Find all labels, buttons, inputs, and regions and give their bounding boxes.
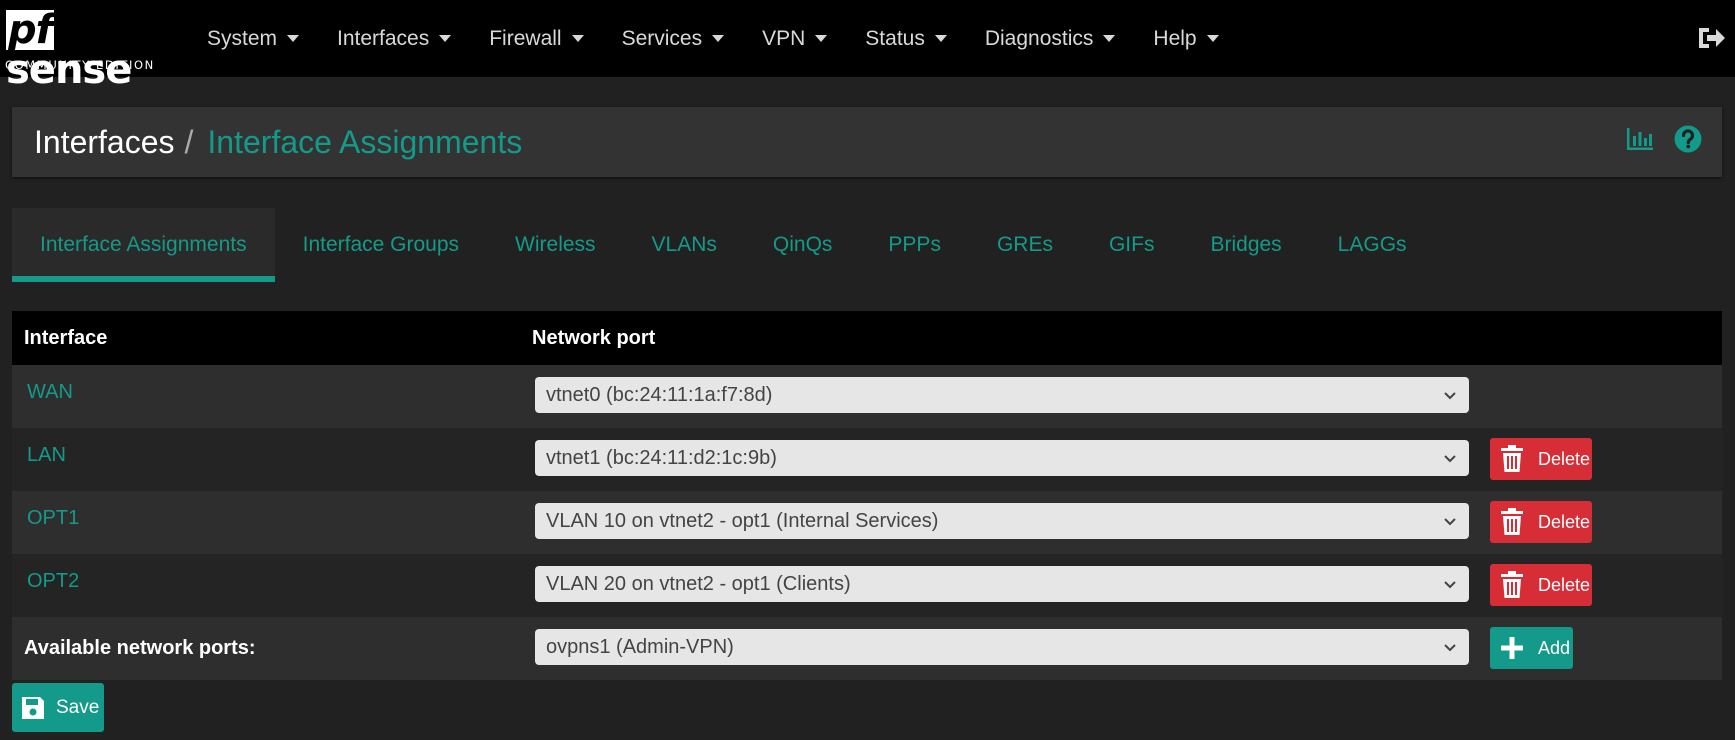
nav-help[interactable]: Help (1153, 27, 1219, 51)
delete-button-label: Delete (1538, 574, 1591, 595)
available-ports-label: Available network ports: (24, 637, 256, 659)
top-navbar: pfsense COMMUNITY EDITION System Interfa… (0, 0, 1735, 90)
tab-bar: Interface Assignments Interface Groups W… (12, 208, 1435, 282)
interface-link-wan[interactable]: WAN (27, 381, 73, 404)
table-row: OPT2 VLAN 20 on vtnet2 - opt1 (Clients) … (12, 554, 1722, 617)
table-header: Interface Network port (12, 311, 1722, 365)
interface-link-opt2[interactable]: OPT2 (27, 570, 79, 593)
caret-down-icon (1103, 35, 1116, 42)
table-row: LAN vtnet1 (bc:24:11:d2:1c:9b) Delete (12, 428, 1722, 491)
tab-qinqs[interactable]: QinQs (745, 208, 861, 282)
tab-gres[interactable]: GREs (969, 208, 1081, 282)
pfsense-logo[interactable]: pfsense COMMUNITY EDITION (4, 6, 164, 90)
table-row: WAN vtnet0 (bc:24:11:1a:f7:8d) (12, 365, 1722, 428)
trash-icon (1501, 445, 1523, 472)
bar-chart-icon[interactable] (1626, 126, 1654, 152)
tab-interface-assignments[interactable]: Interface Assignments (12, 208, 275, 282)
caret-down-icon (712, 35, 725, 42)
interface-link-lan[interactable]: LAN (27, 444, 66, 467)
caret-down-icon (1206, 35, 1219, 42)
breadcrumb-interfaces[interactable]: Interfaces (34, 124, 175, 161)
network-port-select-lan[interactable]: vtnet1 (bc:24:11:d2:1c:9b) (535, 440, 1469, 476)
nav-services[interactable]: Services (622, 27, 725, 51)
tab-interface-groups[interactable]: Interface Groups (275, 208, 487, 282)
main-menu: System Interfaces Firewall Services VPN … (207, 0, 1257, 77)
add-button[interactable]: Add (1490, 627, 1573, 669)
floppy-disk-icon (22, 696, 44, 719)
caret-down-icon (815, 35, 828, 42)
nav-firewall[interactable]: Firewall (489, 27, 584, 51)
col-header-network-port: Network port (532, 326, 656, 349)
chevron-down-icon (1444, 518, 1456, 526)
caret-down-icon (571, 35, 584, 42)
trash-icon (1501, 508, 1523, 535)
page-header: Interfaces / Interface Assignments (12, 107, 1722, 177)
select-value: vtnet1 (bc:24:11:d2:1c:9b) (546, 446, 777, 469)
save-button[interactable]: Save (12, 683, 104, 732)
delete-button-opt1[interactable]: Delete (1490, 501, 1592, 543)
table-row: OPT1 VLAN 10 on vtnet2 - opt1 (Internal … (12, 491, 1722, 554)
nav-vpn[interactable]: VPN (762, 27, 828, 51)
header-icons (1606, 125, 1702, 153)
caret-down-icon (287, 35, 300, 42)
tab-bridges[interactable]: Bridges (1182, 208, 1309, 282)
tab-ppps[interactable]: PPPs (860, 208, 969, 282)
select-value: ovpns1 (Admin-VPN) (546, 635, 734, 658)
nav-status[interactable]: Status (865, 27, 947, 51)
nav-interfaces[interactable]: Interfaces (337, 27, 452, 51)
chevron-down-icon (1444, 581, 1456, 589)
caret-down-icon (439, 35, 452, 42)
interface-link-opt1[interactable]: OPT1 (27, 507, 79, 530)
chevron-down-icon (1444, 644, 1456, 652)
tab-laggs[interactable]: LAGGs (1310, 208, 1435, 282)
network-port-select-opt2[interactable]: VLAN 20 on vtnet2 - opt1 (Clients) (535, 566, 1469, 602)
assignments-table: Interface Network port WAN vtnet0 (bc:24… (12, 311, 1722, 680)
tab-wireless[interactable]: Wireless (487, 208, 624, 282)
chevron-down-icon (1444, 392, 1456, 400)
logo-edition: COMMUNITY EDITION (5, 58, 155, 72)
trash-icon (1501, 571, 1523, 598)
tab-vlans[interactable]: VLANs (624, 208, 745, 282)
breadcrumb-separator: / (184, 123, 194, 160)
sign-out-icon[interactable] (1695, 22, 1727, 54)
network-port-select-opt1[interactable]: VLAN 10 on vtnet2 - opt1 (Internal Servi… (535, 503, 1469, 539)
plus-icon (1501, 637, 1523, 659)
select-value: VLAN 20 on vtnet2 - opt1 (Clients) (546, 572, 851, 595)
breadcrumb: Interfaces / Interface Assignments (34, 107, 522, 177)
delete-button-label: Delete (1538, 511, 1591, 532)
chevron-down-icon (1444, 455, 1456, 463)
tab-gifs[interactable]: GIFs (1081, 208, 1183, 282)
logo-wordmark: pfsense (6, 7, 132, 93)
available-ports-row: Available network ports: ovpns1 (Admin-V… (12, 617, 1722, 680)
select-value: vtnet0 (bc:24:11:1a:f7:8d) (546, 383, 773, 406)
available-port-select[interactable]: ovpns1 (Admin-VPN) (535, 629, 1469, 665)
add-button-label: Add (1538, 637, 1571, 658)
delete-button-opt2[interactable]: Delete (1490, 564, 1592, 606)
col-header-interface: Interface (24, 326, 108, 349)
delete-button-lan[interactable]: Delete (1490, 438, 1592, 480)
nav-diagnostics[interactable]: Diagnostics (985, 27, 1116, 51)
nav-system[interactable]: System (207, 27, 300, 51)
breadcrumb-current[interactable]: Interface Assignments (207, 124, 522, 161)
network-port-select-wan[interactable]: vtnet0 (bc:24:11:1a:f7:8d) (535, 377, 1469, 413)
select-value: VLAN 10 on vtnet2 - opt1 (Internal Servi… (546, 509, 939, 532)
save-button-label: Save (56, 696, 100, 718)
delete-button-label: Delete (1538, 448, 1591, 469)
help-icon[interactable] (1674, 125, 1702, 153)
caret-down-icon (934, 35, 947, 42)
